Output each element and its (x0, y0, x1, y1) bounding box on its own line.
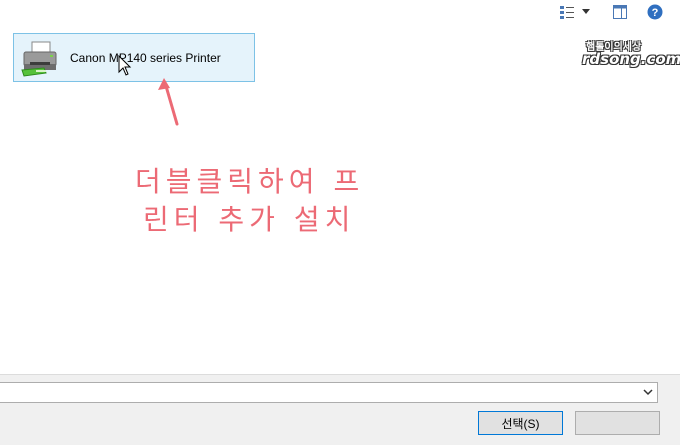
printer-name: Canon MP140 series Printer (70, 51, 221, 65)
cancel-button[interactable] (575, 411, 660, 435)
printer-list-item[interactable]: Canon MP140 series Printer (13, 33, 255, 82)
view-dropdown-chevron-down-icon[interactable] (580, 3, 592, 21)
dialog-footer: 선택(S) (0, 374, 680, 445)
file-name-combo[interactable] (0, 382, 658, 403)
select-button[interactable]: 선택(S) (478, 411, 563, 435)
chevron-down-icon[interactable] (642, 386, 654, 398)
svg-text:?: ? (652, 7, 659, 19)
watermark-site-text: rdsong.com (582, 50, 680, 68)
mouse-cursor-icon (118, 55, 132, 76)
view-options-icon[interactable] (558, 3, 576, 21)
printer-icon (21, 41, 57, 77)
annotation-text-line-2: 린터 추가 설치 (143, 203, 356, 236)
annotation-arrow-icon (158, 78, 179, 126)
watermark-logo: 햄톨이의세상 rdsong.com (572, 38, 680, 70)
annotation-text-line-1: 더블클릭하여 프 (135, 165, 365, 198)
preview-pane-icon[interactable] (612, 3, 628, 21)
help-icon[interactable]: ? (646, 3, 664, 21)
